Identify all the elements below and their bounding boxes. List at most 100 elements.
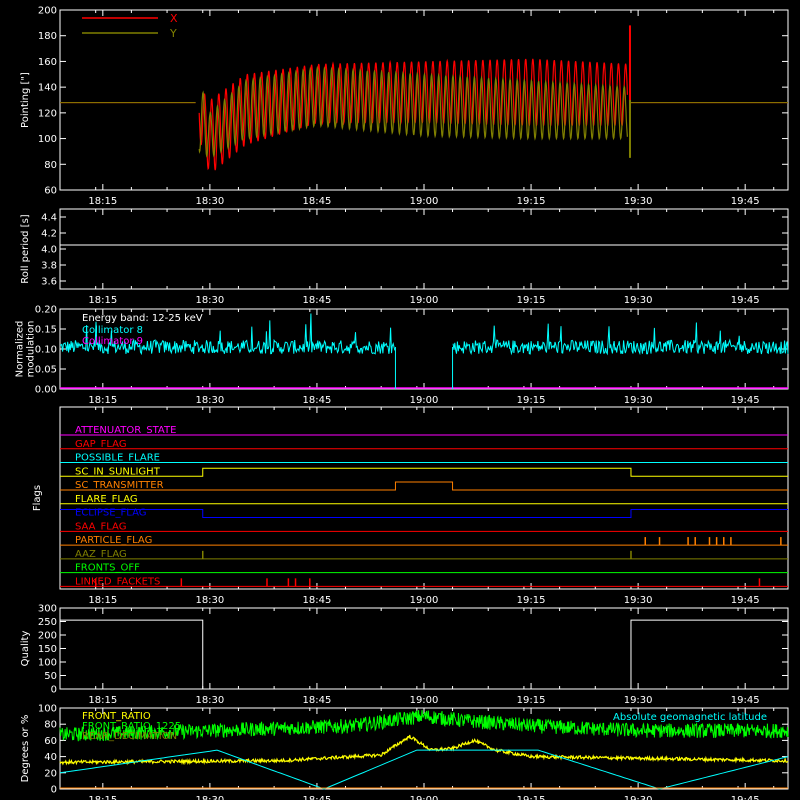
y-axis-label: Degrees or % [20,715,31,783]
legend-label: Collimator 8 [82,325,143,336]
time-tick-label: 18:45 [303,295,332,306]
y-tick-label: 100 [38,704,57,715]
y-tick-label: 100 [38,134,57,145]
time-tick-label: 19:00 [410,695,439,706]
time-tick-label: 18:45 [303,795,332,800]
time-tick-label: 19:30 [624,595,653,606]
flag-label: FLARE_FLAG [75,494,138,505]
time-tick-label: 19:15 [517,196,546,207]
y-tick-label: 50 [44,671,57,682]
legend-label: X [170,12,178,25]
y-tick-label: 0.05 [35,365,57,376]
time-tick-label: 19:45 [731,295,760,306]
y-tick-label: 80 [44,720,57,731]
time-tick-label: 18:45 [303,196,332,207]
y-tick-label: 4.2 [41,229,57,240]
time-tick-label: 19:15 [517,595,546,606]
y-axis-label: Pointing ["] [20,72,31,128]
flag-row: ECLIPSE_FLAG [60,508,788,519]
quality-panel: 18:15 18:30 18:45 19:00 19:15 19:30 19:45 0 50 10… [20,604,789,706]
y-tick-label: 140 [38,83,57,94]
y-axis-label: Roll period [s] [20,214,31,283]
flag-label: GAP_FLAG [75,439,127,450]
ratios-panel: 18:15 18:30 18:45 19:00 19:15 19:30 19:45 0 20 40… [20,704,789,800]
flag-label: POSSIBLE_FLARE [75,453,160,464]
time-tick-label: 19:30 [624,795,653,800]
y-tick-label: 250 [38,617,57,628]
y-tick-label: 180 [38,31,57,42]
y-tick-label: 4.4 [41,213,57,224]
flag-label: ECLIPSE_FLAG [75,508,146,519]
flag-line [60,509,788,519]
y-axis-label: Quality [20,631,31,667]
flag-row: SC_IN_SUNLIGHT [60,466,788,477]
time-tick-label: 18:30 [195,295,224,306]
flag-row: FLARE_FLAG [60,494,788,505]
time-tick-label: 19:30 [624,395,653,406]
y-axis-label: modulation [26,321,37,378]
time-tick-label: 19:00 [410,196,439,207]
legend-label: Collimator 9 [82,336,143,347]
y-tick-label: 200 [38,6,57,17]
time-tick-label: 19:45 [731,795,760,800]
time-tick-label: 18:30 [195,595,224,606]
y-tick-label: 0.20 [35,305,57,316]
flag-line [60,481,788,491]
time-tick-label: 18:45 [303,395,332,406]
time-tick-label: 18:15 [88,595,117,606]
flags-panel: 18:15 18:30 18:45 19:00 19:15 19:30 19:45 Flags… [32,406,789,606]
flag-label: SC_IN_SUNLIGHT [75,466,161,477]
flag-row: PARTICLE_FLAG [60,535,788,546]
time-tick-label: 19:00 [410,295,439,306]
y-axis-label: Flags [32,485,43,511]
y-tick-label: 0.15 [35,325,57,336]
y-tick-label: 20 [44,768,57,779]
flag-label: FRONTS_OFF [75,563,140,574]
time-tick-label: 19:15 [517,395,546,406]
flag-label: SAA_FLAG [75,521,126,532]
time-tick-label: 18:15 [88,795,117,800]
flag-label: SC_TRANSMITTER [75,480,164,491]
y-tick-label: 300 [38,604,57,615]
y-tick-label: 60 [44,186,57,197]
y-tick-label: 160 [38,57,57,68]
y-tick-label: 120 [38,108,57,119]
time-tick-label: 18:30 [195,795,224,800]
energy-band-annotation: Energy band: 12-25 keV [82,313,203,324]
y-tick-label: 60 [44,736,57,747]
time-tick-label: 18:45 [303,695,332,706]
time-tick-label: 19:45 [731,695,760,706]
y-tick-label: 100 [38,658,57,669]
modulation-panel: 18:15 18:30 18:45 19:00 19:15 19:30 19:45 0.00 0… [15,305,789,406]
y-tick-label: 80 [44,160,57,171]
time-tick-label: 18:15 [88,295,117,306]
y-tick-label: 3.6 [41,277,57,288]
roll-period-panel: 18:15 18:30 18:45 19:00 19:15 19:30 19:45 3.6 3.… [20,208,789,306]
time-tick-label: 19:00 [410,395,439,406]
flag-label: ATTENUATOR_STATE [75,425,176,436]
flag-row: SAA_FLAG [60,521,788,532]
time-tick-label: 19:45 [731,395,760,406]
y-tick-label: 0.10 [35,345,57,356]
flag-label: LINKED_FACKETS [75,576,160,587]
time-tick-label: 19:00 [410,795,439,800]
y-tick-label: 4.0 [41,245,57,256]
pointing-panel: 18:15 18:30 18:45 19:00 19:15 19:30 19:45 60 80 1… [20,6,789,207]
y-tick-label: 0 [51,685,57,696]
time-tick-label: 18:15 [88,395,117,406]
time-tick-label: 18:15 [88,695,117,706]
legend-label: Absolute geomagnetic latitude [613,712,767,723]
flag-line [60,467,788,477]
flag-row: GAP_FLAG [60,439,788,450]
flag-row: FRONTS_OFF [60,563,788,574]
time-tick-label: 19:45 [731,595,760,606]
y-tick-label: 0 [51,785,57,796]
legend-label: Y [169,27,177,40]
flag-row: POSSIBLE_FLARE [60,453,788,464]
legend-label: REAR_DECIMATION [82,731,177,742]
time-tick-label: 18:30 [195,695,224,706]
time-tick-label: 18:15 [88,196,117,207]
flag-label: PARTICLE_FLAG [75,535,152,546]
flag-row: ATTENUATOR_STATE [60,425,788,436]
time-tick-label: 19:30 [624,695,653,706]
